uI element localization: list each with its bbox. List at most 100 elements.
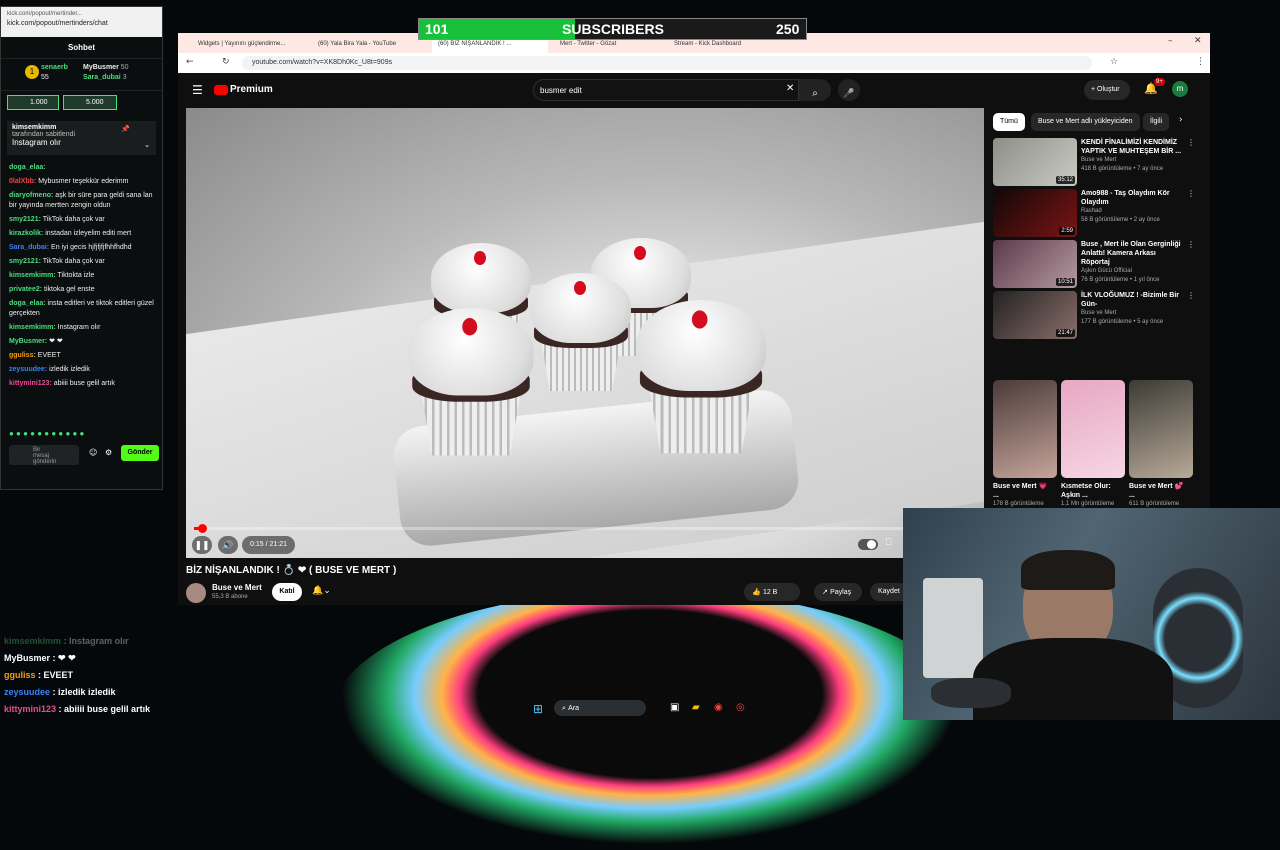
mic-button[interactable]: 🎤	[838, 79, 860, 101]
chat-username[interactable]: smy2121:	[9, 258, 41, 265]
chat-username[interactable]: smy2121:	[9, 216, 41, 223]
recommended-video[interactable]: 2:59 Amo988 - Taş Olaydım Kör Olaydım Rash…	[993, 189, 1195, 237]
more-options-icon[interactable]: ⋮	[1187, 240, 1195, 249]
search-input[interactable]: busmer edit	[533, 79, 799, 101]
video-thumbnail[interactable]: 35:12	[993, 138, 1077, 186]
video-thumbnail[interactable]: 10:51	[993, 240, 1077, 288]
task-view-icon[interactable]: ▣	[670, 702, 679, 713]
short-thumbnail[interactable]	[1129, 380, 1193, 478]
windows-start-icon[interactable]: ⊞	[533, 702, 543, 716]
hamburger-icon[interactable]: ☰	[192, 83, 203, 97]
join-button[interactable]: Katıl	[272, 583, 302, 601]
channel-name[interactable]: Buse ve Mert	[212, 583, 262, 592]
emoji-icon[interactable]: ☺	[89, 448, 97, 457]
chip-uploader[interactable]: Buse ve Mert adlı yükleyiciden	[1031, 113, 1140, 131]
chat-username[interactable]: 0lalXbb:	[9, 178, 36, 185]
star-icon[interactable]: ☆	[1110, 57, 1118, 67]
volume-button[interactable]: 🔊	[218, 536, 238, 554]
browser-tab[interactable]: (60) Yala Bira Yala - YouTube	[312, 37, 428, 53]
more-options-icon[interactable]: ⋮	[1187, 291, 1195, 300]
chat-username[interactable]: kimsemkimm:	[9, 272, 56, 279]
browser-tab[interactable]: Widgets | Yayınını güçlendirme...	[192, 37, 308, 53]
gift-badge[interactable]: 5.000	[63, 95, 117, 110]
pin-icon[interactable]: 📌	[121, 125, 130, 133]
like-button[interactable]: 👍 12 B	[744, 583, 800, 601]
chevron-down-icon[interactable]: ⌄	[144, 141, 150, 149]
autoplay-toggle[interactable]	[858, 539, 878, 550]
video-title[interactable]: KENDİ FİNALİMİZİ KENDİMİZ YAPTIK VE MUHT…	[1081, 138, 1185, 156]
video-thumbnail[interactable]: 21:47	[993, 291, 1077, 339]
chat-username[interactable]: kittymini123:	[9, 380, 52, 387]
send-button[interactable]: Gönder	[121, 445, 159, 461]
emote-row: ● ● ● ● ● ● ● ● ● ● ●	[9, 429, 85, 438]
video-meta: 177 B görüntüleme • 5 ay önce	[1081, 319, 1164, 325]
overlay-chat: kimsemkimm : Instagram olır MyBusmer : ❤ …	[0, 636, 340, 720]
app-icon[interactable]: ◎	[736, 702, 745, 713]
pause-button[interactable]: ❚❚	[192, 536, 212, 554]
short-thumbnail[interactable]	[993, 380, 1057, 478]
share-button[interactable]: ↗ Paylaş	[814, 583, 862, 601]
short-title[interactable]: Buse ve Mert 💕 ...	[1129, 482, 1185, 500]
channel-name: Buse ve Mert	[1081, 310, 1117, 316]
video-title[interactable]: İLK VLOĞUMUZ ! -Bizimle Bir Gün-	[1081, 291, 1185, 309]
chrome-icon[interactable]: ◉	[714, 702, 723, 713]
short-title[interactable]: Buse ve Mert 💗 ...	[993, 482, 1049, 500]
gift-badge[interactable]: 1.000	[7, 95, 59, 110]
chat-username[interactable]: doga_elaa:	[9, 164, 46, 171]
kick-url[interactable]: kick.com/popout/mertinders/chat	[7, 20, 156, 27]
minimize-icon[interactable]: –	[1168, 36, 1173, 46]
duration-badge: 35:12	[1055, 176, 1075, 184]
duration-badge: 21:47	[1055, 329, 1075, 337]
chip-related[interactable]: İlgili	[1143, 113, 1170, 131]
search-button[interactable]: ⌕	[799, 79, 831, 101]
url-input[interactable]: youtube.com/watch?v=XK8Dh0Kc_U8t=909s	[242, 56, 1092, 70]
progress-bar[interactable]	[194, 527, 976, 530]
duration-badge: 2:59	[1059, 227, 1075, 235]
short-title[interactable]: Kısmetse Olur: Aşkın ...	[1061, 482, 1117, 500]
kick-window-title: kick.com/popout/mertinder...	[7, 11, 83, 17]
overlay-message: gguliss : EVEET	[4, 670, 73, 680]
subscribe-bell-icon[interactable]: 🔔⌄	[312, 586, 331, 596]
chat-username[interactable]: diaryofmeno:	[9, 192, 53, 199]
chat-username[interactable]: privatee2:	[9, 286, 42, 293]
youtube-logo-icon[interactable]	[214, 85, 228, 95]
close-icon[interactable]: ✕	[1194, 36, 1202, 46]
video-frame-cupcake	[526, 273, 636, 393]
chat-username[interactable]: gguliss:	[9, 352, 36, 359]
file-explorer-icon[interactable]: ▰	[692, 702, 700, 713]
video-title[interactable]: Buse , Mert ile Olan Gerginliği Anlattı!…	[1081, 240, 1185, 267]
chat-username[interactable]: zeysuudee:	[9, 366, 47, 373]
taskbar-search[interactable]: ⌕ Ara	[554, 700, 646, 716]
recommended-video[interactable]: 21:47 İLK VLOĞUMUZ ! -Bizimle Bir Gün- Bus…	[993, 291, 1195, 339]
video-player[interactable]	[186, 108, 984, 558]
reload-icon[interactable]: ↻	[222, 57, 230, 67]
recommended-video[interactable]: 10:51 Buse , Mert ile Olan Gerginliği Anl…	[993, 240, 1195, 288]
chat-username[interactable]: kirazkolik:	[9, 230, 43, 237]
channel-avatar[interactable]	[186, 583, 206, 603]
chip-all[interactable]: Tümü	[993, 113, 1025, 131]
captions-icon[interactable]: ⎕	[886, 538, 891, 548]
create-button[interactable]: + Oluştur	[1084, 80, 1130, 100]
back-icon[interactable]: ←	[186, 57, 194, 67]
gear-icon[interactable]: ⚙	[105, 448, 112, 457]
more-options-icon[interactable]: ⋮	[1187, 138, 1195, 147]
video-title[interactable]: Amo988 - Taş Olaydım Kör Olaydım	[1081, 189, 1185, 207]
clear-icon[interactable]: ✕	[786, 83, 794, 94]
more-options-icon[interactable]: ⋮	[1187, 189, 1195, 198]
chat-username[interactable]: Sara_dubai:	[9, 244, 49, 251]
chat-username[interactable]: kimsemkimm:	[9, 324, 56, 331]
short-thumbnail[interactable]	[1061, 380, 1125, 478]
avatar[interactable]: m	[1172, 81, 1188, 97]
recommended-video[interactable]: 35:12 KENDİ FİNALİMİZİ KENDİMİZ YAPTIK VE…	[993, 138, 1195, 186]
chevron-right-icon[interactable]: ›	[1179, 115, 1183, 125]
chat-username[interactable]: doga_elaa:	[9, 300, 46, 307]
menu-icon[interactable]: ⋮	[1196, 57, 1205, 67]
chat-username[interactable]: MyBusmer:	[9, 338, 47, 345]
video-thumbnail[interactable]: 2:59	[993, 189, 1077, 237]
pinned-message[interactable]: kimsemkimm tarafından sabitlendi Instagr…	[7, 121, 156, 155]
chat-text: izledik izledik	[49, 366, 90, 373]
scrubber-handle[interactable]	[198, 524, 207, 533]
chat-text: TikTok daha çok var	[42, 216, 105, 223]
chat-input[interactable]: Bir mesaj gönderin	[9, 445, 79, 465]
video-meta: 418 B görüntüleme • 7 ay önce	[1081, 166, 1164, 172]
